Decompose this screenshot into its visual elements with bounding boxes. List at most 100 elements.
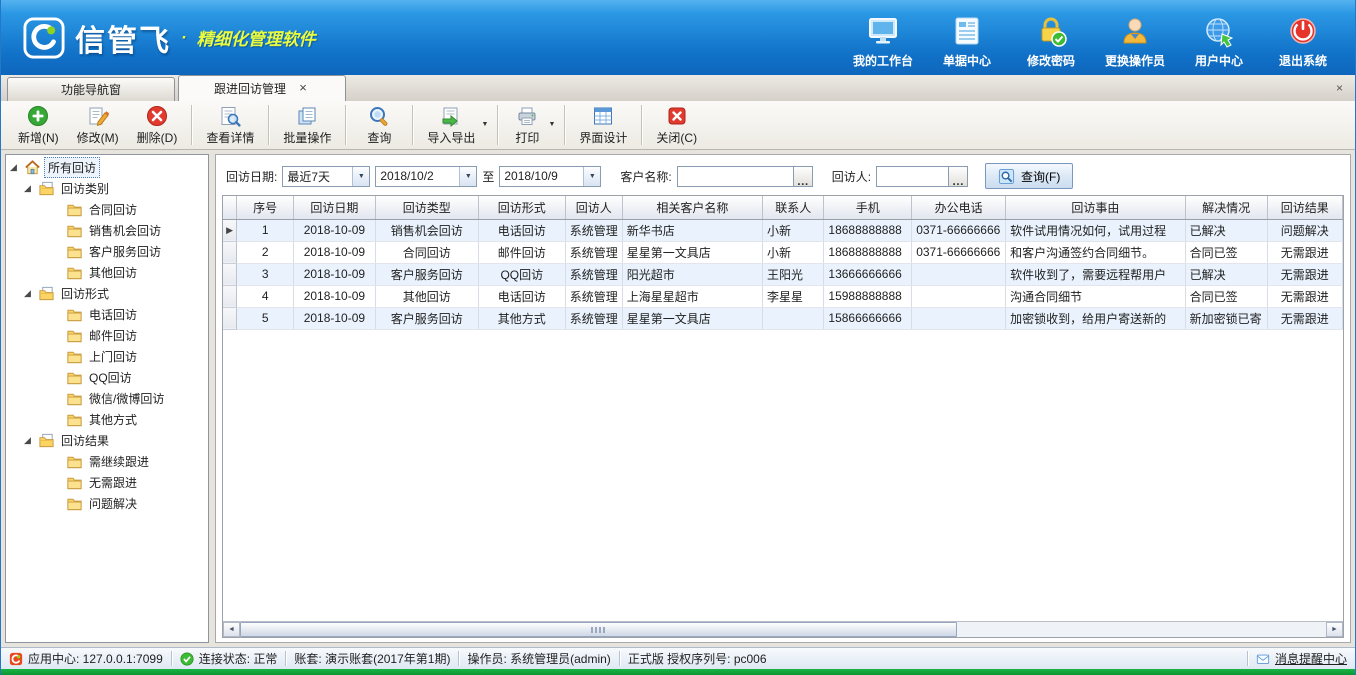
- column-header-2[interactable]: 回访类型: [375, 196, 478, 219]
- tree-item-1-0[interactable]: 电话回访: [6, 304, 208, 325]
- nav-my-workspace[interactable]: 我的工作台: [841, 0, 925, 75]
- row-indicator: [223, 241, 237, 263]
- column-header-4[interactable]: 回访人: [565, 196, 622, 219]
- column-header-0[interactable]: 序号: [237, 196, 294, 219]
- table-row-1[interactable]: 12018-10-09销售机会回访电话回访系统管理新华书店小新186888888…: [223, 219, 1343, 241]
- column-header-11[interactable]: 回访结果: [1267, 196, 1342, 219]
- scroll-left-button[interactable]: [223, 622, 240, 637]
- tree-item-1-3[interactable]: QQ回访: [6, 367, 208, 388]
- column-header-5[interactable]: 相关客户名称: [622, 196, 762, 219]
- toolbar-import-export-button[interactable]: 导入导出: [418, 103, 492, 148]
- tab-area-close-button[interactable]: [1332, 81, 1347, 96]
- cell: 15866666666: [824, 307, 912, 329]
- exit-icon: [1286, 14, 1320, 48]
- dropdown-arrow-icon[interactable]: [548, 121, 555, 128]
- table-row-4[interactable]: 42018-10-09其他回访电话回访系统管理上海星星超市李星星15988888…: [223, 285, 1343, 307]
- tree-item-2-2[interactable]: 问题解决: [6, 493, 208, 514]
- cell: 系统管理: [565, 285, 622, 307]
- status-message-center[interactable]: 消息提醒中心: [1256, 650, 1347, 667]
- folder-icon: [66, 411, 83, 428]
- combo-arrow-icon[interactable]: [459, 167, 476, 186]
- tab-follow-up-visit[interactable]: 跟进回访管理: [178, 75, 346, 101]
- nav-change-password[interactable]: 修改密码: [1009, 0, 1093, 75]
- customer-name-browse-button[interactable]: [793, 166, 813, 187]
- status-operator: 操作员: 系统管理员(admin): [467, 650, 610, 667]
- tree-expander-icon[interactable]: [20, 183, 35, 194]
- tree-root-all-visits[interactable]: 所有回访: [6, 157, 208, 178]
- toolbar-separator: [564, 105, 565, 145]
- column-header-7[interactable]: 手机: [824, 196, 912, 219]
- tree-label: 所有回访: [44, 157, 100, 178]
- toolbar-separator: [412, 105, 413, 145]
- view-detail-icon: [219, 105, 241, 127]
- tree-group-1[interactable]: 回访形式: [6, 283, 208, 304]
- status-text: 连接状态: 正常: [199, 650, 278, 667]
- data-grid: 序号回访日期回访类型回访形式回访人相关客户名称联系人手机办公电话回访事由解决情况…: [222, 195, 1344, 638]
- tree-item-0-1[interactable]: 销售机会回访: [6, 220, 208, 241]
- tree-label: 邮件回访: [86, 326, 140, 345]
- toolbar-add-button[interactable]: 新增(N): [9, 103, 68, 148]
- row-indicator: [223, 307, 237, 329]
- tree-item-2-1[interactable]: 无需跟进: [6, 472, 208, 493]
- tree-expander-icon[interactable]: [20, 435, 35, 446]
- scroll-right-button[interactable]: [1326, 622, 1343, 637]
- customer-name-input[interactable]: [677, 166, 793, 187]
- tree-item-1-4[interactable]: 微信/微博回访: [6, 388, 208, 409]
- date-from-combo[interactable]: 2018/10/2: [375, 166, 477, 187]
- column-header-6[interactable]: 联系人: [763, 196, 824, 219]
- visitor-browse-button[interactable]: [948, 166, 968, 187]
- visitor-input[interactable]: [876, 166, 948, 187]
- date-preset-combo[interactable]: 最近7天: [282, 166, 370, 187]
- nav-exit-system[interactable]: 退出系统: [1261, 0, 1345, 75]
- horizontal-scrollbar[interactable]: [223, 621, 1343, 637]
- scroll-thumb[interactable]: [240, 622, 957, 637]
- column-header-8[interactable]: 办公电话: [912, 196, 1006, 219]
- tree-item-0-3[interactable]: 其他回访: [6, 262, 208, 283]
- toolbar-batch-operation-button[interactable]: 批量操作: [274, 103, 340, 148]
- nav-switch-operator[interactable]: 更换操作员: [1093, 0, 1177, 75]
- query-button[interactable]: 查询(F): [985, 163, 1073, 189]
- nav-document-center[interactable]: 单据中心: [925, 0, 1009, 75]
- tab-label: 跟进回访管理: [214, 80, 286, 97]
- tree-expander-icon[interactable]: [20, 288, 35, 299]
- column-header-1[interactable]: 回访日期: [294, 196, 376, 219]
- tree-item-1-2[interactable]: 上门回访: [6, 346, 208, 367]
- tree-item-0-0[interactable]: 合同回访: [6, 199, 208, 220]
- tree-item-1-5[interactable]: 其他方式: [6, 409, 208, 430]
- toolbar-button-label: 删除(D): [137, 129, 178, 146]
- toolbar-print-button[interactable]: 打印: [503, 103, 559, 148]
- message-icon: [1256, 652, 1270, 666]
- table-row-5[interactable]: 52018-10-09客户服务回访其他方式系统管理星星第一文具店15866666…: [223, 307, 1343, 329]
- cell: 18688888888: [824, 219, 912, 241]
- toolbar-view-detail-button[interactable]: 查看详情: [197, 103, 263, 148]
- scroll-track[interactable]: [240, 622, 1326, 637]
- toolbar-edit-button[interactable]: 修改(M): [68, 103, 128, 148]
- dropdown-arrow-icon[interactable]: [481, 121, 488, 128]
- tree-item-0-2[interactable]: 客户服务回访: [6, 241, 208, 262]
- tree-item-1-1[interactable]: 邮件回访: [6, 325, 208, 346]
- cell: 新华书店: [622, 219, 762, 241]
- combo-arrow-icon[interactable]: [352, 167, 369, 186]
- date-to-combo[interactable]: 2018/10/9: [499, 166, 601, 187]
- column-header-9[interactable]: 回访事由: [1006, 196, 1185, 219]
- tab-close-icon[interactable]: [296, 82, 310, 96]
- table-row-3[interactable]: 32018-10-09客户服务回访QQ回访系统管理阳光超市王阳光13666666…: [223, 263, 1343, 285]
- toolbar-query-button[interactable]: 查询: [351, 103, 407, 148]
- toolbar-close-button[interactable]: 关闭(C): [647, 103, 706, 148]
- tree-group-2[interactable]: 回访结果: [6, 430, 208, 451]
- tab-function-nav[interactable]: 功能导航窗: [7, 77, 175, 101]
- tree-group-0[interactable]: 回访类别: [6, 178, 208, 199]
- column-header-10[interactable]: 解决情况: [1185, 196, 1267, 219]
- toolbar-delete-button[interactable]: 删除(D): [128, 103, 187, 148]
- toolbar-ui-design-button[interactable]: 界面设计: [570, 103, 636, 148]
- folder-icon: [66, 348, 83, 365]
- visitor-label: 回访人:: [832, 168, 871, 185]
- tree-item-2-0[interactable]: 需继续跟进: [6, 451, 208, 472]
- table-row-2[interactable]: 22018-10-09合同回访邮件回访系统管理星星第一文具店小新18688888…: [223, 241, 1343, 263]
- folder-icon: [66, 222, 83, 239]
- row-indicator-header: [223, 196, 237, 219]
- nav-user-center[interactable]: 用户中心: [1177, 0, 1261, 75]
- tree-expander-icon[interactable]: [6, 162, 21, 173]
- combo-arrow-icon[interactable]: [583, 167, 600, 186]
- column-header-3[interactable]: 回访形式: [478, 196, 565, 219]
